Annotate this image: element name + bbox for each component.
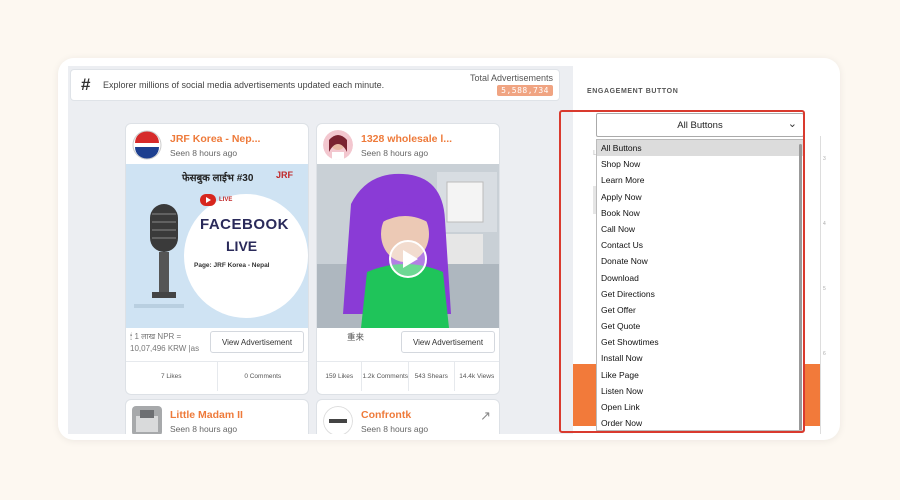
poster-live-badge: LIVE bbox=[219, 197, 233, 203]
select-value: All Buttons bbox=[677, 119, 723, 131]
ads-feed: # Explorer millions of social media adve… bbox=[68, 66, 573, 434]
option-get-directions[interactable]: Get Directions bbox=[597, 286, 803, 302]
seen-time: Seen 8 hours ago bbox=[361, 148, 429, 158]
advertiser-avatar[interactable] bbox=[323, 406, 353, 434]
option-donate-now[interactable]: Donate Now bbox=[597, 253, 803, 269]
screenshot-frame: # Explorer millions of social media adve… bbox=[58, 58, 840, 440]
likes-count: 159 Likes bbox=[317, 362, 363, 391]
option-all-buttons[interactable]: All Buttons bbox=[597, 140, 803, 157]
engagement-options-list[interactable]: All Buttons Shop Now Learn More Apply No… bbox=[596, 139, 804, 431]
option-like-page[interactable]: Like Page bbox=[597, 367, 803, 383]
ad-card: 1328 wholesale l... Seen 8 hours ago 重来 … bbox=[316, 123, 500, 395]
option-get-quote[interactable]: Get Quote bbox=[597, 318, 803, 334]
option-call-now[interactable]: Call Now bbox=[597, 221, 803, 237]
advertiser-name[interactable]: 1328 wholesale l... bbox=[361, 133, 452, 145]
option-apply-now[interactable]: Apply Now bbox=[597, 189, 803, 205]
poster-heading: फेसबुक लाईभ #30 bbox=[182, 173, 254, 184]
advertiser-avatar[interactable] bbox=[132, 130, 162, 160]
poster-page-label: Page: JRF Korea - Nepal bbox=[194, 262, 270, 269]
ruler-mark: 6 bbox=[823, 351, 826, 357]
ad-description: 重来 bbox=[347, 332, 365, 342]
views-count: 14.4k Views bbox=[459, 373, 495, 380]
ad-description: 🕯 1 लाख NPR = 10,07,496 KRW |as bbox=[130, 332, 200, 353]
ad-card: Confrontk Seen 8 hours ago ↗ bbox=[316, 399, 500, 434]
ruler-mark: 4 bbox=[823, 221, 826, 227]
option-download[interactable]: Download bbox=[597, 270, 803, 286]
advertiser-name[interactable]: JRF Korea - Nep... bbox=[170, 133, 260, 145]
ad-stats: 7 Likes 0 Comments bbox=[126, 361, 308, 391]
app-screen: # Explorer millions of social media adve… bbox=[68, 66, 830, 434]
advertiser-avatar[interactable] bbox=[132, 406, 162, 434]
seen-time: Seen 8 hours ago bbox=[361, 424, 429, 434]
likes-count: 7 Likes bbox=[126, 362, 218, 391]
search-description: Explorer millions of social media advert… bbox=[103, 80, 385, 90]
total-ads-label: Total Advertisements bbox=[469, 73, 553, 83]
option-shop-now[interactable]: Shop Now bbox=[597, 156, 803, 172]
option-order-now[interactable]: Order Now bbox=[597, 415, 803, 430]
total-ads-count: 5,588,734 bbox=[497, 85, 553, 96]
filter-panel: ENGAGEMENT BUTTON L All Buttons ⌄ All Bu… bbox=[573, 66, 830, 434]
ad-video[interactable] bbox=[317, 164, 499, 328]
ad-card: JRF Korea - Nep... Seen 8 hours ago फेसब… bbox=[125, 123, 309, 395]
comments-count: 0 Comments bbox=[244, 373, 282, 380]
seen-time: Seen 8 hours ago bbox=[170, 148, 238, 158]
ruler-mark: 5 bbox=[823, 286, 826, 292]
dropdown-scrollbar[interactable] bbox=[799, 144, 802, 430]
option-book-now[interactable]: Book Now bbox=[597, 205, 803, 221]
side-ruler: 3 4 5 6 bbox=[820, 136, 830, 434]
shares-count: 543 Shears bbox=[409, 362, 455, 391]
poster-title-facebook: FACEBOOK bbox=[200, 216, 290, 233]
search-bar[interactable]: # Explorer millions of social media adve… bbox=[70, 69, 560, 101]
poster-title-live: LIVE bbox=[226, 238, 258, 254]
advertiser-name[interactable]: Confrontk bbox=[361, 409, 411, 421]
advertiser-name[interactable]: Little Madam II bbox=[170, 409, 243, 421]
view-advertisement-button[interactable]: View Advertisement bbox=[401, 331, 495, 353]
external-link-icon[interactable]: ↗ bbox=[480, 408, 491, 424]
option-contact-us[interactable]: Contact Us bbox=[597, 237, 803, 253]
option-install-now[interactable]: Install Now bbox=[597, 350, 803, 366]
option-open-link[interactable]: Open Link bbox=[597, 399, 803, 415]
option-get-showtimes[interactable]: Get Showtimes bbox=[597, 334, 803, 350]
ad-stats: 159 Likes 1.2k Comments 543 Shears 14.4k… bbox=[317, 361, 499, 391]
view-advertisement-button[interactable]: View Advertisement bbox=[210, 331, 304, 353]
seen-time: Seen 8 hours ago bbox=[170, 424, 238, 434]
advertiser-avatar[interactable] bbox=[323, 130, 353, 160]
ruler-mark: 3 bbox=[823, 156, 826, 162]
ad-card: Little Madam II Seen 8 hours ago bbox=[125, 399, 309, 434]
poster-brand: JRF bbox=[276, 170, 294, 180]
chevron-down-icon: ⌄ bbox=[787, 118, 797, 130]
option-learn-more[interactable]: Learn More bbox=[597, 172, 803, 188]
engagement-button-select[interactable]: All Buttons ⌄ bbox=[596, 113, 804, 137]
option-listen-now[interactable]: Listen Now bbox=[597, 383, 803, 399]
engagement-button-label: ENGAGEMENT BUTTON bbox=[587, 88, 679, 95]
option-get-offer[interactable]: Get Offer bbox=[597, 302, 803, 318]
comments-count: 1.2k Comments bbox=[362, 362, 410, 391]
ad-image[interactable]: फेसबुक लाईभ #30 JRF LIVE FACEBOOK LIVE P… bbox=[126, 164, 308, 328]
hash-icon: # bbox=[81, 75, 91, 94]
